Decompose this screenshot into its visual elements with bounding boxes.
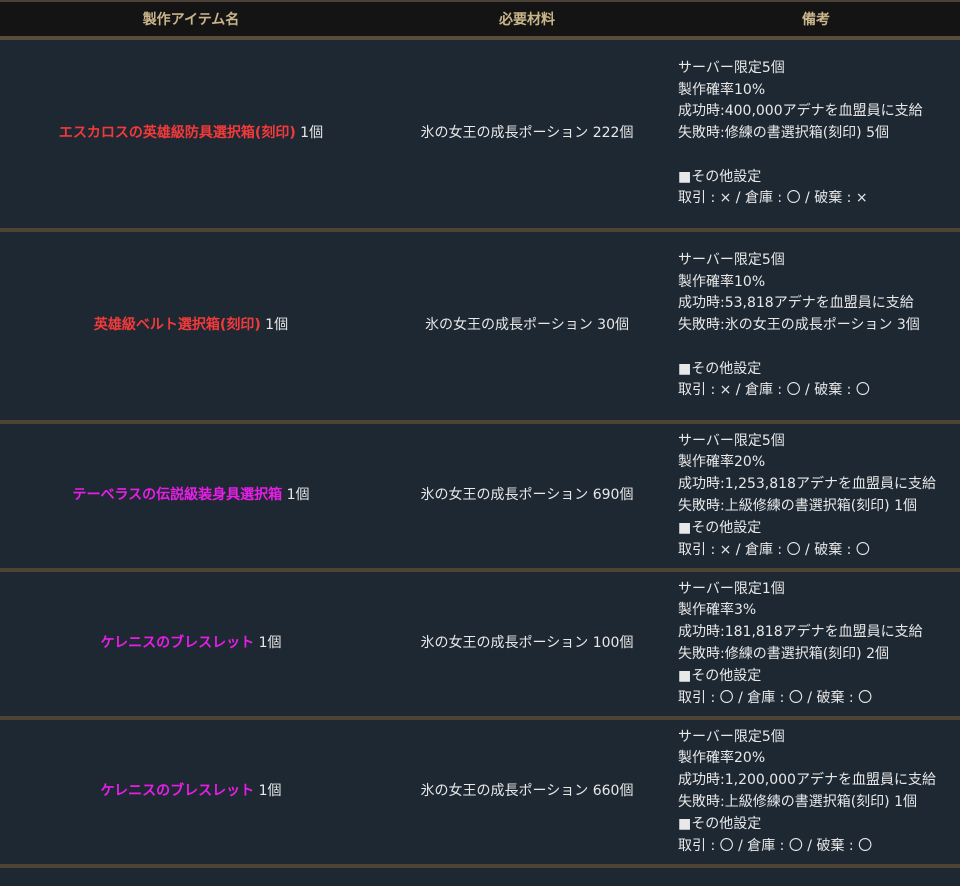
table-header-row: 製作アイテム名 必要材料 備考 — [0, 0, 960, 40]
note-spacer — [678, 145, 960, 167]
note-line: 失敗時:修練の書選択箱(刻印) 2個 — [678, 646, 889, 662]
note-line: サーバー限定5個 — [678, 59, 785, 76]
note-line: 製作確率10% — [678, 273, 766, 290]
item-name: エスカロスの英雄級防具選択箱(刻印) — [58, 125, 296, 142]
note-line: 取引 : × / 倉庫 : 〇 / 破棄 : 〇 — [678, 541, 870, 558]
table-row: ケレニスのブレスレット 1個 氷の女王の成長ポーション 660個 サーバー限定5… — [0, 718, 960, 868]
note-line: 取引 : × / 倉庫 : 〇 / 破棄 : × — [678, 190, 868, 207]
item-quantity: 1個 — [282, 487, 310, 504]
item-cell: ケレニスのブレスレット 1個 — [0, 570, 382, 720]
item-quantity: 1個 — [295, 125, 324, 142]
table-row: テーベラスの伝説級装身具選択箱 1個 氷の女王の成長ポーション 690個 サーバ… — [0, 422, 960, 572]
header-notes: 備考 — [672, 0, 960, 40]
note-line: 成功時:1,200,000アデナを血盟員に支給 — [678, 772, 936, 789]
note-line: 製作確率20% — [678, 454, 766, 471]
item-quantity: 1個 — [254, 635, 282, 652]
material-cell: 氷の女王の成長ポーション 30個 — [382, 230, 672, 424]
item-name: ケレニスのブレスレット — [100, 635, 255, 652]
note-line: 失敗時:氷の女王の成長ポーション 3個 — [678, 317, 920, 334]
note-line: サーバー限定5個 — [678, 251, 785, 268]
material-cell: 氷の女王の成長ポーション 660個 — [382, 718, 672, 868]
table-row: ケレニスのブレスレット 1個 氷の女王の成長ポーション 100個 サーバー限定1… — [0, 570, 960, 720]
note-line: ■その他設定 — [678, 815, 762, 832]
item-cell: 英雄級ベルト選択箱(刻印) 1個 — [0, 230, 382, 424]
note-line: ■その他設定 — [678, 168, 762, 185]
crafting-table: 製作アイテム名 必要材料 備考 エスカロスの英雄級防具選択箱(刻印) 1個 氷の… — [0, 0, 960, 868]
material-cell: 氷の女王の成長ポーション 222個 — [382, 38, 672, 232]
note-line: 製作確率20% — [678, 750, 766, 767]
note-spacer — [678, 337, 960, 359]
item-cell: テーベラスの伝説級装身具選択箱 1個 — [0, 422, 382, 572]
note-line: 成功時:400,000アデナを血盟員に支給 — [678, 103, 923, 120]
note-line: サーバー限定1個 — [678, 580, 785, 597]
material-cell: 氷の女王の成長ポーション 100個 — [382, 570, 672, 720]
note-line: 取引 : 〇 / 倉庫 : 〇 / 破棄 : 〇 — [678, 689, 873, 706]
notes-cell: サーバー限定5個 製作確率10% 成功時:400,000アデナを血盟員に支給 失… — [672, 38, 960, 232]
note-line: 成功時:1,253,818アデナを血盟員に支給 — [678, 476, 936, 493]
header-item-name: 製作アイテム名 — [0, 0, 382, 40]
note-line: 製作確率10% — [678, 81, 766, 98]
note-line: サーバー限定5個 — [678, 432, 785, 449]
note-line: 取引 : × / 倉庫 : 〇 / 破棄 : 〇 — [678, 382, 870, 399]
note-line: ■その他設定 — [678, 519, 762, 536]
item-quantity: 1個 — [260, 317, 289, 334]
note-line: 失敗時:上級修練の書選択箱(刻印) 1個 — [678, 498, 917, 514]
item-name: 英雄級ベルト選択箱(刻印) — [93, 317, 261, 334]
item-cell: エスカロスの英雄級防具選択箱(刻印) 1個 — [0, 38, 382, 232]
item-quantity: 1個 — [254, 783, 282, 800]
note-line: ■その他設定 — [678, 360, 762, 377]
item-name: ケレニスのブレスレット — [100, 783, 255, 800]
table-row: エスカロスの英雄級防具選択箱(刻印) 1個 氷の女王の成長ポーション 222個 … — [0, 38, 960, 232]
item-cell: ケレニスのブレスレット 1個 — [0, 718, 382, 868]
note-line: 製作確率3% — [678, 602, 757, 619]
material-cell: 氷の女王の成長ポーション 690個 — [382, 422, 672, 572]
note-line: ■その他設定 — [678, 667, 762, 684]
header-materials: 必要材料 — [382, 0, 672, 40]
item-name: テーベラスの伝説級装身具選択箱 — [72, 487, 283, 504]
notes-cell: サーバー限定5個 製作確率20% 成功時:1,253,818アデナを血盟員に支給… — [672, 422, 960, 572]
note-line: 失敗時:上級修練の書選択箱(刻印) 1個 — [678, 794, 917, 810]
table-row: 英雄級ベルト選択箱(刻印) 1個 氷の女王の成長ポーション 30個 サーバー限定… — [0, 230, 960, 424]
note-line: 取引 : 〇 / 倉庫 : 〇 / 破棄 : 〇 — [678, 837, 873, 854]
notes-cell: サーバー限定5個 製作確率20% 成功時:1,200,000アデナを血盟員に支給… — [672, 718, 960, 868]
note-line: 成功時:53,818アデナを血盟員に支給 — [678, 295, 914, 312]
notes-cell: サーバー限定5個 製作確率10% 成功時:53,818アデナを血盟員に支給 失敗… — [672, 230, 960, 424]
note-line: 失敗時:修練の書選択箱(刻印) 5個 — [678, 125, 889, 142]
notes-cell: サーバー限定1個 製作確率3% 成功時:181,818アデナを血盟員に支給 失敗… — [672, 570, 960, 720]
note-line: サーバー限定5個 — [678, 728, 785, 745]
note-line: 成功時:181,818アデナを血盟員に支給 — [678, 624, 923, 641]
